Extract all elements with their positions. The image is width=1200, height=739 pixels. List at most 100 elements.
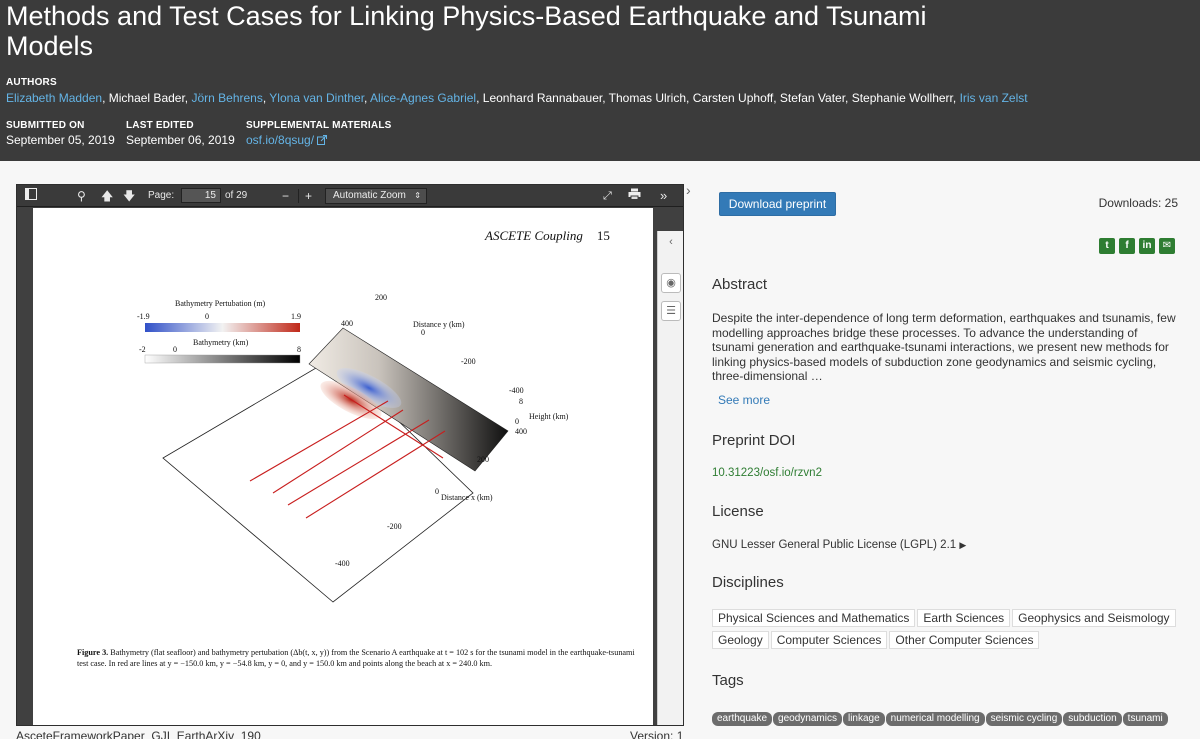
y-tick-0: 0	[421, 328, 425, 337]
caption-text: Bathymetry (flat seafloor) and bathymetr…	[77, 648, 635, 668]
tags-list: earthquake geodynamics linkage numerical mo…	[712, 708, 1192, 728]
submitted-block: SUBMITTED ON September 05, 2019	[6, 120, 115, 147]
caption-lead: Figure 3.	[77, 648, 109, 657]
zoom-out-icon[interactable]: −	[282, 185, 289, 207]
see-more-link[interactable]: See more	[718, 393, 770, 407]
figure-caption: Figure 3. Bathymetry (flat seafloor) and…	[77, 647, 637, 669]
tag-item[interactable]: earthquake	[712, 712, 773, 726]
facebook-icon[interactable]: f	[1119, 238, 1135, 254]
tag-item[interactable]: geodynamics	[773, 712, 842, 726]
file-name: AsceteFrameworkPaper_GJI_EarthArXiv_190	[16, 729, 261, 739]
colorbar1	[145, 323, 300, 332]
external-link-icon	[317, 135, 328, 145]
authors-label: AUTHORS	[6, 77, 57, 88]
doi-link[interactable]: 10.31223/osf.io/rzvn2	[712, 467, 822, 479]
abstract-heading: Abstract	[712, 276, 768, 293]
bathymetry-figure: Bathymetry Pertubation (m) -1.9 0 1.9 Ba…	[137, 293, 569, 603]
submitted-label: SUBMITTED ON	[6, 120, 85, 131]
author-name[interactable]: Iris van Zelst	[960, 91, 1028, 105]
authors-block: AUTHORS Elizabeth Madden, Michael Bader,…	[6, 77, 1028, 105]
zoom-select[interactable]: Automatic Zoom ⇕	[325, 188, 427, 204]
author-name[interactable]: Jörn Behrens	[191, 91, 262, 105]
supplemental-link[interactable]: osf.io/8qsug/	[246, 133, 314, 147]
license-text: GNU Lesser General Public License (LGPL)…	[712, 539, 957, 551]
discipline-item[interactable]: Geophysics and Seismology	[1012, 609, 1176, 627]
z-tick-0: 0	[515, 417, 519, 426]
page-label: Page:	[148, 190, 175, 201]
author-name: Stephanie Wollherr	[851, 91, 953, 105]
colorbar2-tick-max: 8	[297, 345, 301, 354]
search-icon[interactable]: ⚲	[77, 185, 86, 207]
sidebar-toggle-icon[interactable]	[25, 185, 37, 207]
tag-item[interactable]: subduction	[1063, 712, 1122, 726]
discipline-item[interactable]: Geology	[712, 631, 769, 649]
colorbar1-tick-min: -1.9	[137, 312, 150, 321]
linkedin-icon[interactable]: in	[1139, 238, 1155, 254]
license-toggle[interactable]: GNU Lesser General Public License (LGPL)…	[712, 539, 966, 551]
tag-item[interactable]: seismic cycling	[985, 712, 1063, 726]
colorbar2-title: Bathymetry (km)	[193, 338, 249, 347]
abstract-text: Despite the inter-dependence of long ter…	[712, 311, 1176, 383]
author-name: Thomas Ulrich	[608, 91, 687, 105]
twitter-icon[interactable]: t	[1099, 238, 1115, 254]
edited-date: September 06, 2019	[126, 133, 235, 147]
running-head: ASCETE Coupling 15	[485, 228, 610, 243]
fullscreen-icon[interactable]: ⤢	[603, 185, 612, 207]
page-number-input[interactable]: 15	[181, 188, 221, 203]
colorbar1-tick-mid: 0	[205, 312, 209, 321]
z-tick-8: 8	[519, 397, 523, 406]
authors-list: Elizabeth Madden, Michael Bader, Jörn Be…	[6, 91, 1028, 105]
z-axis-label: Height (km)	[529, 412, 569, 421]
eye-icon[interactable]: ◉	[661, 273, 681, 293]
chevron-right-icon[interactable]: ›	[686, 182, 691, 198]
next-page-icon[interactable]: 🡇	[123, 185, 135, 207]
discipline-item[interactable]: Computer Sciences	[770, 631, 888, 649]
colorbar1-title: Bathymetry Pertubation (m)	[175, 299, 266, 308]
author-name[interactable]: Ylona van Dinther	[269, 91, 364, 105]
tags-heading: Tags	[712, 672, 744, 689]
x-tick-0: 0	[435, 487, 439, 496]
email-icon[interactable]: ✉	[1159, 238, 1175, 254]
zoom-in-icon[interactable]: +	[305, 185, 312, 207]
page-total: of 29	[225, 190, 248, 201]
tag-item[interactable]: tsunami	[1122, 712, 1168, 726]
y-tick-200: 200	[375, 293, 387, 302]
tools-menu-icon[interactable]: »	[660, 185, 667, 207]
discipline-item[interactable]: Physical Sciences and Mathematics	[712, 609, 916, 627]
author-name[interactable]: Alice-Agnes Gabriel	[370, 91, 476, 105]
pdf-page-area[interactable]: ASCETE Coupling 15 Bathymetry Pertubatio…	[17, 208, 683, 725]
collapse-icon[interactable]: ‹	[661, 233, 681, 253]
page-title: Methods and Test Cases for Linking Physi…	[6, 1, 927, 61]
edited-label: LAST EDITED	[126, 120, 194, 131]
colorbar2	[144, 354, 301, 364]
colorbar2-tick-min: -2	[139, 345, 146, 354]
pdf-viewer: ⚲ 🡅 🡇 Page: 15 of 29 − + Automatic Zoom ⇕…	[16, 184, 684, 726]
x-tick-200: 200	[477, 455, 489, 464]
author-name: Michael Bader	[108, 91, 185, 105]
x-tick-400: 400	[515, 427, 527, 436]
pdf-page: ASCETE Coupling 15 Bathymetry Pertubatio…	[33, 208, 653, 725]
tag-item[interactable]: numerical modelling	[885, 712, 985, 726]
doi-heading: Preprint DOI	[712, 432, 796, 449]
downloads-count: Downloads: 25	[1098, 196, 1178, 210]
author-name[interactable]: Elizabeth Madden	[6, 91, 102, 105]
print-icon[interactable]	[628, 185, 641, 207]
license-heading: License	[712, 503, 764, 520]
document-icon[interactable]: ☰	[661, 301, 681, 321]
colorbar2-tick-mid: 0	[173, 345, 177, 354]
download-preprint-button[interactable]: Download preprint	[719, 192, 836, 216]
author-name: Carsten Uphoff	[692, 91, 774, 105]
y-tick-neg200: -200	[461, 357, 476, 366]
colorbar1-tick-max: 1.9	[291, 312, 301, 321]
preprint-header: Methods and Test Cases for Linking Physi…	[0, 0, 1200, 161]
disciplines-heading: Disciplines	[712, 574, 784, 591]
viewer-side-tools: ‹ ◉ ☰	[657, 231, 683, 725]
disciplines-list: Physical Sciences and Mathematics Earth S…	[712, 609, 1182, 653]
tag-item[interactable]: linkage	[842, 712, 885, 726]
caret-right-icon: ▶	[959, 540, 967, 550]
x-axis-label: Distance x (km)	[441, 493, 493, 502]
previous-page-icon[interactable]: 🡅	[101, 185, 113, 207]
y-tick-400: 400	[341, 319, 353, 328]
discipline-item[interactable]: Earth Sciences	[917, 609, 1011, 627]
discipline-item[interactable]: Other Computer Sciences	[889, 631, 1040, 649]
